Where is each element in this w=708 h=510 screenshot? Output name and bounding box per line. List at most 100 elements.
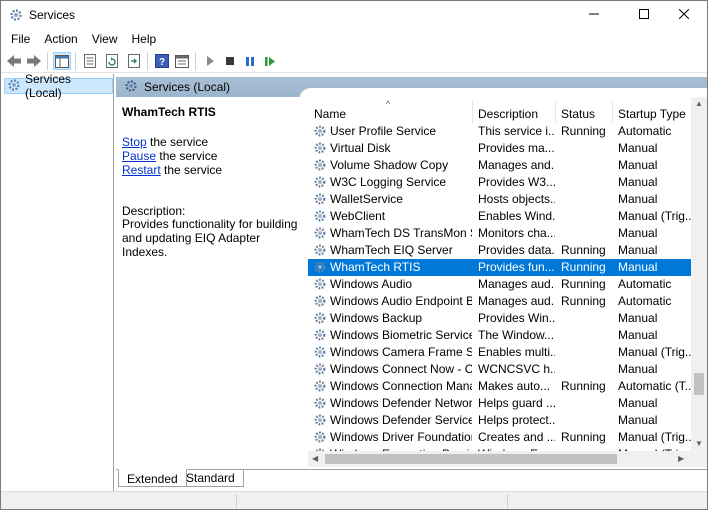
stop-action: Stop the service bbox=[122, 135, 208, 149]
service-status-cell bbox=[561, 361, 617, 378]
service-startup-type-cell: Automatic bbox=[618, 124, 672, 138]
service-description-cell: Makes auto... bbox=[478, 379, 551, 393]
console-tree: Services (Local) bbox=[1, 72, 114, 491]
service-gear-icon bbox=[313, 192, 327, 206]
table-row[interactable]: WhamTech RTIS Provides fun... Running Manua… bbox=[308, 259, 691, 276]
menu-view[interactable]: View bbox=[85, 29, 125, 49]
service-description-cell: WCNCSVC h... bbox=[478, 362, 555, 376]
console-icon[interactable] bbox=[173, 52, 191, 70]
menu-help[interactable]: Help bbox=[125, 29, 164, 49]
table-row[interactable]: WalletService Hosts objects... Manual bbox=[308, 191, 691, 208]
service-name-cell: Virtual Disk bbox=[330, 141, 391, 155]
service-description-cell: Manages and... bbox=[478, 158, 555, 172]
show-hide-tree-icon[interactable] bbox=[53, 52, 71, 70]
forward-icon[interactable] bbox=[25, 52, 43, 70]
table-row[interactable]: WhamTech EIQ Server Provides data... Runni… bbox=[308, 242, 691, 259]
table-row[interactable]: User Profile Service This service i... Run… bbox=[308, 123, 691, 140]
vertical-scroll-thumb[interactable] bbox=[694, 373, 704, 395]
column-header-startup-type[interactable]: Startup Type bbox=[612, 97, 691, 123]
scroll-up-icon[interactable]: ▲ bbox=[695, 99, 703, 108]
service-status-cell bbox=[561, 208, 617, 225]
close-icon bbox=[678, 8, 690, 22]
export-list-icon[interactable] bbox=[125, 52, 143, 70]
service-startup-type-cell: Manual bbox=[618, 141, 658, 155]
column-header-name[interactable]: Name bbox=[308, 97, 472, 123]
scroll-right-icon[interactable]: ▶ bbox=[678, 454, 684, 463]
menu-file[interactable]: File bbox=[4, 29, 37, 49]
column-header-row: ^ Name Description Status Startup Type bbox=[308, 97, 691, 123]
service-gear-icon bbox=[313, 379, 327, 393]
table-row[interactable]: Windows Defender Networ... Helps guard ..… bbox=[308, 395, 691, 412]
pause-service-icon[interactable] bbox=[241, 52, 259, 70]
tree-item-services-local[interactable]: Services (Local) bbox=[4, 72, 113, 100]
restart-service-link[interactable]: Restart bbox=[122, 163, 161, 177]
service-name-cell: Windows Audio Endpoint B... bbox=[330, 294, 472, 308]
services-pane: Services (Local) WhamTech RTIS Stop the … bbox=[116, 74, 707, 491]
service-status-cell: Running bbox=[561, 294, 606, 308]
table-row[interactable]: Windows Driver Foundation... Creates and … bbox=[308, 429, 691, 446]
service-status-cell bbox=[561, 327, 617, 344]
restart-service-icon[interactable] bbox=[261, 52, 279, 70]
service-description-cell: Hosts objects... bbox=[478, 192, 555, 206]
service-startup-type-cell: Manual bbox=[618, 260, 658, 274]
scroll-left-icon[interactable]: ◀ bbox=[312, 454, 318, 463]
scroll-down-icon[interactable]: ▼ bbox=[695, 439, 703, 448]
horizontal-scroll-thumb[interactable] bbox=[325, 454, 617, 464]
vertical-scrollbar[interactable]: ▲ ▼ bbox=[691, 97, 707, 451]
pause-action-text: the service bbox=[156, 149, 218, 163]
stop-service-icon[interactable] bbox=[221, 52, 239, 70]
help-icon[interactable]: ? bbox=[153, 52, 171, 70]
refresh-icon[interactable] bbox=[103, 52, 121, 70]
tab-extended[interactable]: Extended bbox=[118, 469, 187, 487]
title-bar: Services bbox=[1, 1, 707, 29]
service-name-cell: User Profile Service bbox=[330, 124, 437, 138]
service-status-cell: Running bbox=[561, 379, 606, 393]
service-startup-type-cell: Manual bbox=[618, 175, 658, 189]
table-row[interactable]: Virtual Disk Provides ma... Manual bbox=[308, 140, 691, 157]
tab-standard[interactable]: Standard bbox=[178, 469, 244, 487]
extended-description-panel: WhamTech RTIS Stop the service Pause the… bbox=[116, 97, 306, 467]
status-bar bbox=[1, 491, 707, 509]
table-row[interactable]: Windows Audio Endpoint B... Manages aud..… bbox=[308, 293, 691, 310]
services-gear-icon bbox=[7, 78, 21, 95]
toolbar-separator bbox=[147, 52, 148, 70]
service-status-cell bbox=[561, 310, 617, 327]
service-startup-type-cell: Manual bbox=[618, 243, 658, 257]
properties-icon[interactable] bbox=[81, 52, 99, 70]
service-startup-type-cell: Manual (Trig... bbox=[618, 209, 691, 223]
table-row[interactable]: Volume Shadow Copy Manages and... Manual bbox=[308, 157, 691, 174]
table-row[interactable]: Windows Camera Frame Se... Enables multi.… bbox=[308, 344, 691, 361]
close-button[interactable] bbox=[661, 1, 707, 29]
stop-service-link[interactable]: Stop bbox=[122, 135, 147, 149]
table-row[interactable]: WhamTech DS TransMon S... Monitors cha...… bbox=[308, 225, 691, 242]
table-row[interactable]: Windows Connect Now - C... WCNCSVC h... Ma… bbox=[308, 361, 691, 378]
table-row[interactable]: Windows Connection Mana... Makes auto... R… bbox=[308, 378, 691, 395]
back-icon[interactable] bbox=[5, 52, 23, 70]
service-name-cell: W3C Logging Service bbox=[330, 175, 447, 189]
minimize-button[interactable] bbox=[571, 1, 617, 29]
service-description-cell: Provides ma... bbox=[478, 141, 555, 155]
service-gear-icon bbox=[313, 396, 327, 410]
service-status-cell bbox=[561, 140, 617, 157]
table-row[interactable]: Windows Backup Provides Win... Manual bbox=[308, 310, 691, 327]
table-row[interactable]: WebClient Enables Wind... Manual (Trig... bbox=[308, 208, 691, 225]
pause-service-link[interactable]: Pause bbox=[122, 149, 156, 163]
tree-item-label: Services (Local) bbox=[25, 72, 72, 100]
start-service-icon[interactable] bbox=[201, 52, 219, 70]
service-gear-icon bbox=[313, 328, 327, 342]
table-row[interactable]: W3C Logging Service Provides W3... Manual bbox=[308, 174, 691, 191]
column-header-description[interactable]: Description bbox=[472, 97, 555, 123]
service-name-cell: WhamTech RTIS bbox=[330, 260, 421, 274]
table-row[interactable]: Windows Biometric Service The Window... Ma… bbox=[308, 327, 691, 344]
service-gear-icon bbox=[313, 226, 327, 240]
service-status-cell: Running bbox=[561, 243, 606, 257]
service-status-cell: Running bbox=[561, 260, 606, 274]
table-row[interactable]: Windows Defender Service Helps protect...… bbox=[308, 412, 691, 429]
horizontal-scrollbar[interactable]: ◀ ▶ bbox=[308, 451, 691, 467]
service-startup-type-cell: Manual bbox=[618, 396, 658, 410]
selected-service-name: WhamTech RTIS bbox=[122, 105, 216, 119]
service-name-cell: Windows Audio bbox=[330, 277, 413, 291]
menu-action[interactable]: Action bbox=[37, 29, 84, 49]
table-row[interactable]: Windows Audio Manages aud... Running Automa… bbox=[308, 276, 691, 293]
column-header-status[interactable]: Status bbox=[555, 97, 612, 123]
